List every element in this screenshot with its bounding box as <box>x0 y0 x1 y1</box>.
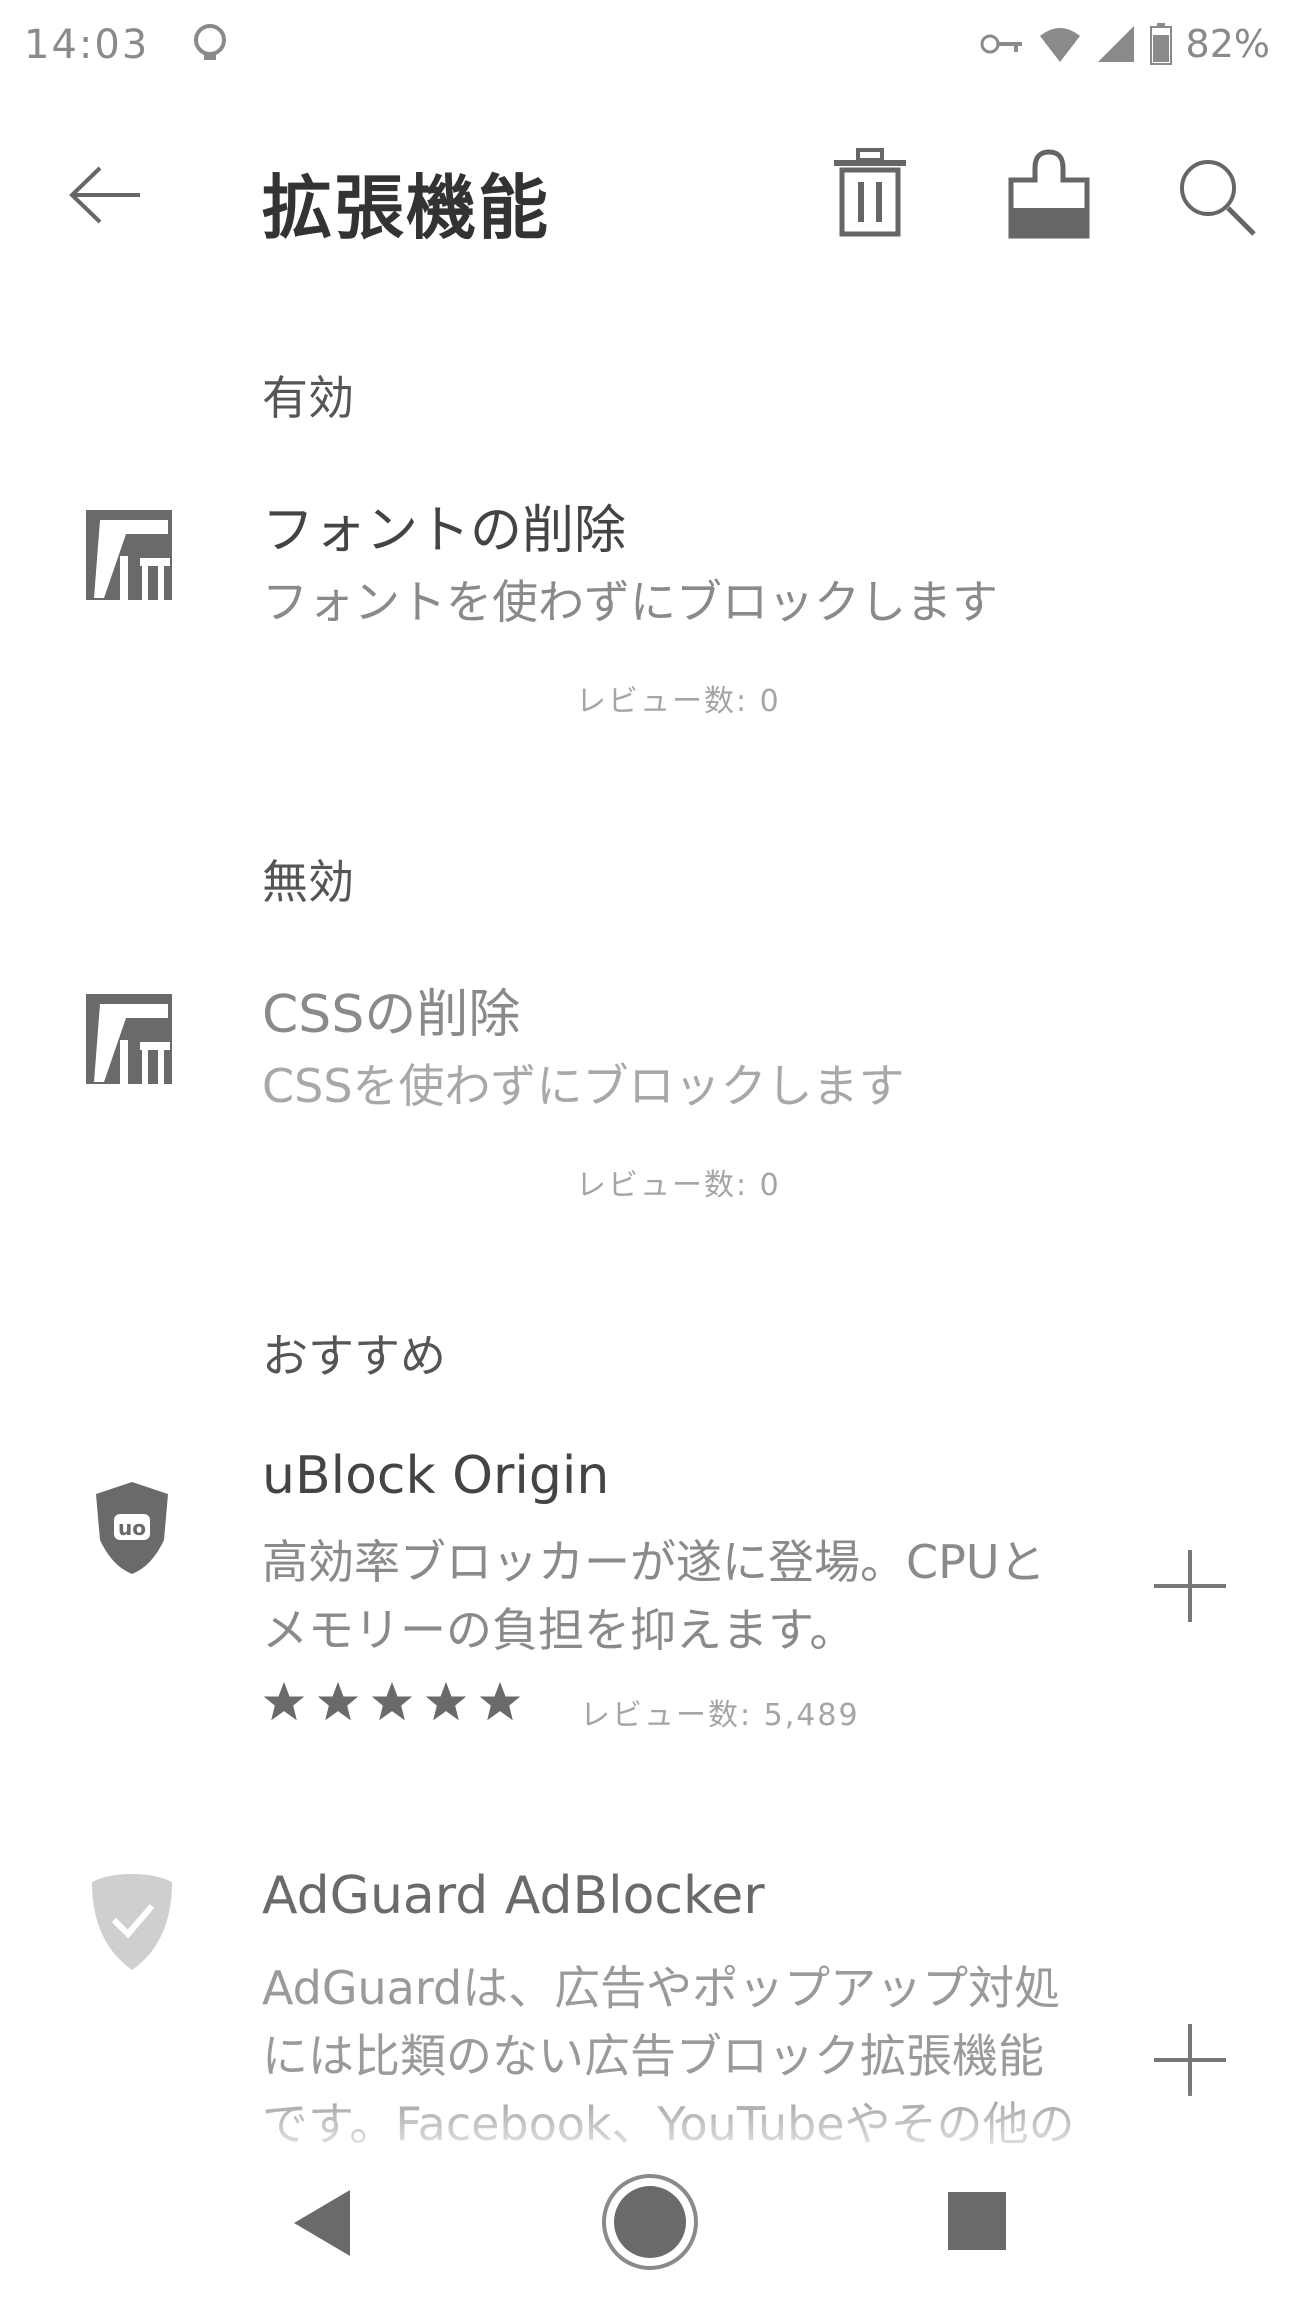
back-arrow-icon[interactable] <box>60 150 150 240</box>
item-description: 高効率ブロッカーが遂に登場。CPUとメモリーの負担を抑えます。 <box>262 1535 1046 1657</box>
star-icon <box>263 1681 305 1721</box>
page-title: 拡張機能 <box>262 167 550 249</box>
nav-recents-icon[interactable] <box>948 2192 1006 2250</box>
nav-home-icon[interactable] <box>600 2172 700 2272</box>
battery-percent: 82% <box>1185 22 1270 66</box>
lines-logo-icon <box>86 510 172 600</box>
item-review-count: レビュー数: 0 <box>576 1168 781 1203</box>
item-title: uBlock Origin <box>262 1446 610 1506</box>
status-right: 82% <box>980 22 1270 66</box>
section-enabled-header: 有効 <box>262 371 354 425</box>
item-description: CSSを使わずにブロックします <box>262 1059 905 1113</box>
star-icon <box>425 1681 467 1721</box>
item-title: フォントの削除 <box>262 501 627 561</box>
star-icon <box>371 1681 413 1721</box>
signal-icon <box>1097 26 1134 62</box>
notification-icon <box>194 24 226 60</box>
item-title: CSSの削除 <box>262 985 521 1045</box>
status-bar: 14:03 82% <box>0 0 1294 90</box>
item-description: フォントを使わずにブロックします <box>262 575 998 629</box>
puzzle-icon[interactable] <box>1005 146 1095 241</box>
ublock-shield-icon: uo <box>96 1482 168 1574</box>
item-title: AdGuard AdBlocker <box>262 1866 765 1926</box>
vpn-key-icon <box>980 34 1022 54</box>
list-item[interactable]: uo uBlock Origin 高効率ブロッカーが遂に登場。CPUとメモリーの… <box>0 1418 1294 1758</box>
battery-icon <box>1149 23 1172 65</box>
rating-stars <box>262 1680 522 1724</box>
add-icon[interactable] <box>1150 2020 1230 2100</box>
wifi-icon <box>1039 28 1080 62</box>
scroll-fade <box>0 2090 1294 2170</box>
status-time: 14:03 <box>24 22 150 68</box>
star-icon <box>317 1681 359 1721</box>
nav-back-icon[interactable] <box>292 2188 352 2258</box>
adguard-shield-icon <box>92 1874 172 1970</box>
item-review-count: レビュー数: 5,489 <box>580 1698 860 1733</box>
list-item[interactable]: フォントの削除 フォントを使わずにブロックします レビュー数: 0 <box>0 460 1294 720</box>
star-icon <box>479 1681 521 1721</box>
lines-logo-icon <box>86 994 172 1084</box>
trash-icon[interactable] <box>830 148 910 238</box>
section-disabled-header: 無効 <box>262 855 354 909</box>
add-icon[interactable] <box>1150 1546 1230 1626</box>
search-icon[interactable] <box>1170 150 1260 240</box>
svg-text:uo: uo <box>118 1516 146 1540</box>
item-review-count: レビュー数: 0 <box>576 684 781 719</box>
section-recommended-header: おすすめ <box>262 1329 446 1383</box>
list-item[interactable]: CSSの削除 CSSを使わずにブロックします レビュー数: 0 <box>0 944 1294 1204</box>
app-bar: 拡張機能 <box>0 130 1294 260</box>
system-nav-bar <box>0 2160 1294 2300</box>
